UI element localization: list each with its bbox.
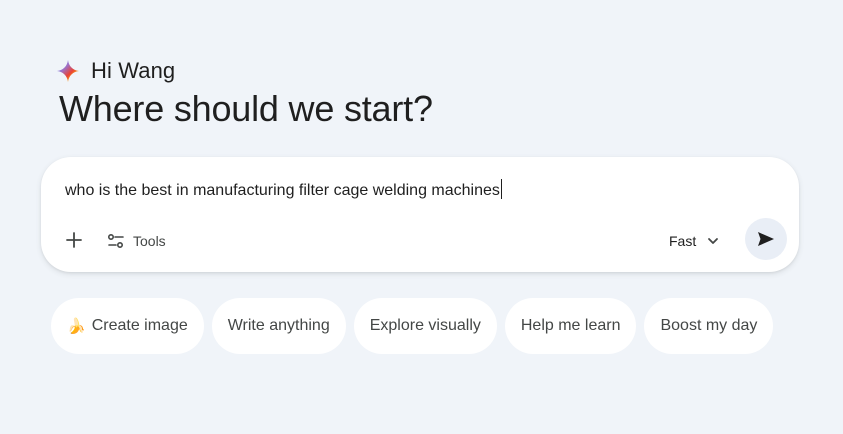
chip-label: Help me learn (520, 317, 621, 334)
chip-create-image[interactable]: 🍌 Create image (51, 298, 204, 354)
plus-icon (66, 232, 82, 248)
chevron-down-icon (708, 238, 719, 244)
prompt-composer: who is the best in manufacturing filter … (41, 157, 799, 272)
tools-label: Tools (133, 233, 166, 249)
chip-label: Create image (91, 317, 188, 334)
greeting: Hi Wang (56, 58, 175, 84)
gemini-spark-icon (57, 60, 79, 82)
chip-write-anything[interactable]: Write anything (211, 298, 346, 354)
chip-label: Explore visually (369, 317, 481, 334)
page-title: Where should we start? (59, 88, 433, 129)
text-caret (500, 179, 502, 199)
suggestion-chips: 🍌 Create image Write anything Explore vi… (51, 298, 774, 354)
tools-sliders-icon (107, 233, 124, 249)
chip-explore-visually[interactable]: Explore visually (353, 298, 497, 354)
chip-help-me-learn[interactable]: Help me learn (504, 298, 637, 354)
prompt-input[interactable]: who is the best in manufacturing filter … (65, 179, 745, 200)
chip-boost-my-day[interactable]: Boost my day (644, 298, 774, 354)
prompt-text: who is the best in manufacturing filter … (65, 182, 500, 199)
add-button[interactable] (59, 225, 89, 255)
chip-label: Write anything (227, 317, 330, 334)
mode-selector[interactable]: Fast (669, 226, 720, 256)
mode-label: Fast (669, 233, 697, 249)
chip-label: Boost my day (660, 317, 758, 334)
send-button[interactable] (745, 218, 787, 260)
banana-icon: 🍌 (67, 318, 86, 335)
greeting-text: Hi Wang (91, 58, 176, 83)
send-icon (758, 232, 774, 246)
tools-button[interactable]: Tools (107, 226, 166, 256)
